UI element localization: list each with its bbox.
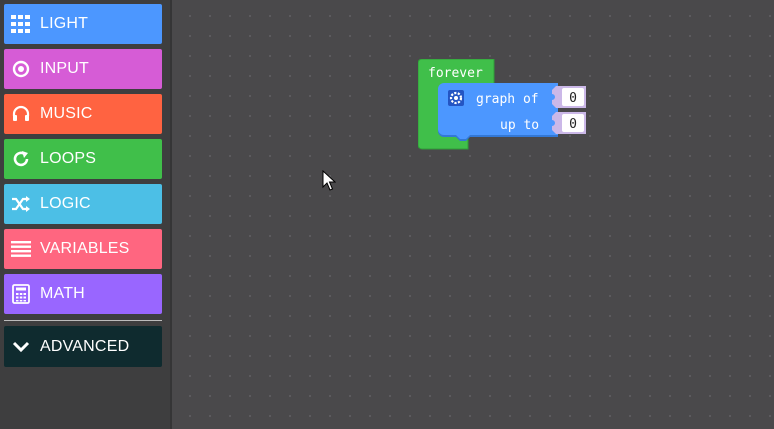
- grid-icon: [10, 13, 32, 35]
- shuffle-icon: [10, 193, 32, 215]
- category-label-loops: LOOPS: [40, 150, 97, 167]
- headphones-icon: [10, 103, 32, 125]
- graph-of-value-input[interactable]: 0: [552, 86, 586, 108]
- category-label-variables: VARIABLES: [40, 240, 130, 257]
- refresh-icon: [10, 148, 32, 170]
- up-to-value-input[interactable]: 0: [552, 112, 586, 134]
- chevron-down-icon: [10, 336, 32, 358]
- up-to-label: up to: [500, 118, 539, 133]
- category-music[interactable]: MUSIC: [4, 94, 162, 134]
- category-logic[interactable]: LOGIC: [4, 184, 162, 224]
- calculator-icon: [10, 283, 32, 305]
- category-input[interactable]: INPUT: [4, 49, 162, 89]
- toolbox: LIGHT INPUT MUSIC LOOPS LOGIC VARIABLES …: [0, 0, 172, 429]
- category-math[interactable]: MATH: [4, 274, 162, 314]
- svg-text:0: 0: [569, 91, 577, 106]
- mouse-cursor-icon: [322, 170, 336, 191]
- category-label-input: INPUT: [40, 60, 89, 77]
- category-label-music: MUSIC: [40, 105, 93, 122]
- category-variables[interactable]: VARIABLES: [4, 229, 162, 269]
- category-light[interactable]: LIGHT: [4, 4, 162, 44]
- category-label-math: MATH: [40, 285, 85, 302]
- toolbox-divider: [4, 320, 162, 321]
- category-label-light: LIGHT: [40, 15, 89, 32]
- gear-icon[interactable]: [448, 90, 464, 106]
- category-advanced[interactable]: ADVANCED: [4, 326, 162, 367]
- graph-of-label: graph of: [476, 92, 539, 107]
- category-label-logic: LOGIC: [40, 195, 91, 212]
- category-loops[interactable]: LOOPS: [4, 139, 162, 179]
- radio-target-icon: [10, 58, 32, 80]
- list-lines-icon: [10, 238, 32, 260]
- forever-label: forever: [428, 66, 483, 81]
- forever-block[interactable]: forever graph of up to 0 0: [418, 59, 768, 159]
- svg-text:0: 0: [569, 117, 577, 132]
- category-label-advanced: ADVANCED: [40, 337, 130, 355]
- blocks-workspace[interactable]: forever graph of up to 0 0: [172, 0, 774, 429]
